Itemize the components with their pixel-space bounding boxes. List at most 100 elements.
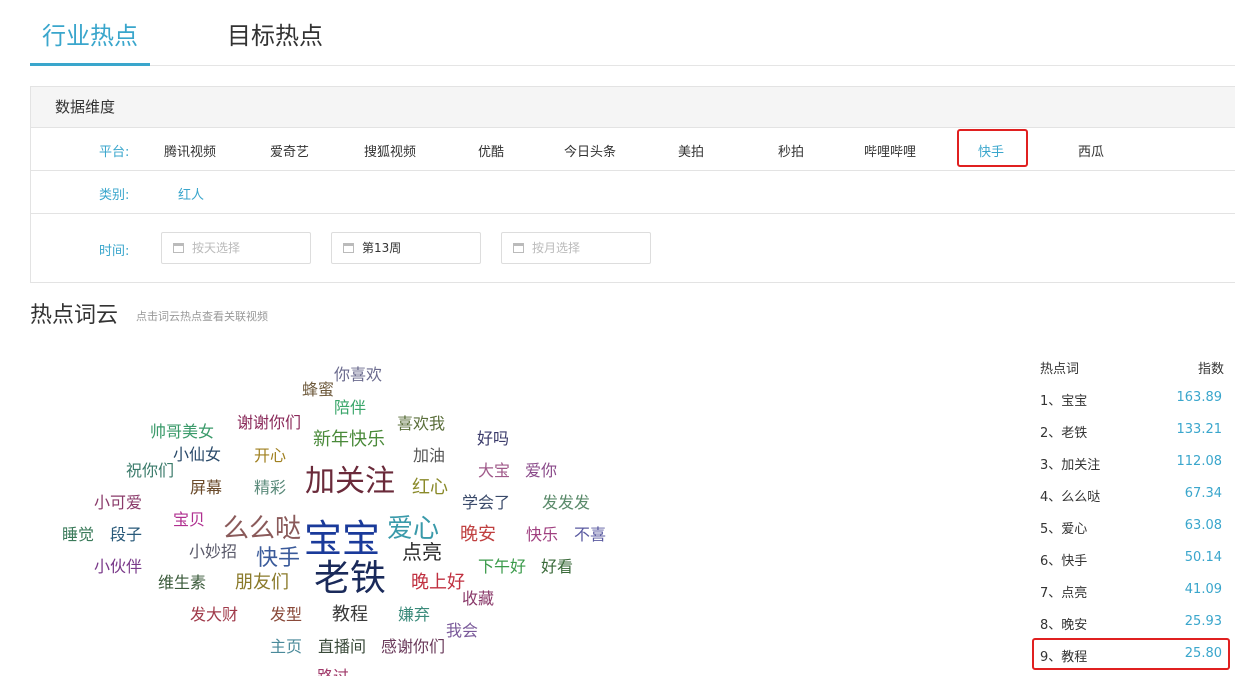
ranking-header-word: 热点词 [1040, 362, 1080, 377]
word-cloud-word[interactable]: 新年快乐 [313, 431, 385, 449]
word-cloud-subtitle: 点击词云热点查看关联视频 [136, 310, 268, 323]
data-dimension-title: 数据维度 [31, 87, 1235, 128]
ranking-row[interactable]: 1、宝宝 163.89 [1032, 382, 1230, 414]
word-cloud-word[interactable]: 发型 [270, 607, 302, 623]
word-cloud-word[interactable]: 陪伴 [334, 400, 366, 416]
platform-label: 平台: [99, 145, 130, 160]
word-cloud-word[interactable]: 小可爱 [94, 495, 142, 511]
word-cloud-word[interactable]: 屏幕 [190, 480, 222, 496]
word-cloud: 你喜欢 蜂蜜 陪伴 帅哥美女 谢谢你们 喜欢我 新年快乐 好吗 小仙女 开心 加油 祝你们 加关注 大宝爱… [0, 330, 660, 676]
word-cloud-word[interactable]: 好看 [541, 559, 573, 575]
word-cloud-word[interactable]: 快手 [256, 548, 300, 570]
word-cloud-word[interactable]: 直播间 [318, 639, 366, 655]
platform-option-sohu[interactable]: 搜狐视频 [364, 141, 416, 160]
category-row: 类别: 红人 [31, 171, 1235, 214]
word-cloud-word[interactable]: 睡觉 [62, 527, 94, 543]
word-cloud-word[interactable]: 维生素 [158, 575, 206, 591]
word-cloud-word[interactable]: 晚安 [460, 526, 496, 544]
ranking-word: 3、加关注 [1040, 458, 1101, 473]
platform-option-tencent[interactable]: 腾讯视频 [164, 141, 216, 160]
word-cloud-word[interactable]: 嫌弃 [398, 607, 430, 623]
word-cloud-word[interactable]: 开心 [254, 448, 286, 464]
platform-option-iqiyi[interactable]: 爱奇艺 [270, 141, 309, 160]
ranking-word: 4、么么哒 [1040, 490, 1101, 505]
platform-option-miaopai[interactable]: 秒拍 [778, 141, 804, 160]
ranking-row[interactable]: 8、晚安 25.93 [1032, 606, 1230, 638]
ranking-row[interactable]: 9、教程 25.80 [1032, 638, 1230, 670]
word-cloud-word[interactable]: 谢谢你们 [237, 415, 301, 431]
word-cloud-word[interactable]: 小仙女 [173, 447, 221, 463]
ranking-index-value: 41.09 [1184, 582, 1222, 597]
word-cloud-word[interactable]: 下午好 [478, 559, 526, 575]
word-cloud-word[interactable]: 朋友们 [235, 574, 289, 592]
word-cloud-word[interactable]: 路过 [317, 669, 349, 676]
category-label: 类别: [99, 188, 130, 203]
word-cloud-word[interactable]: 蜂蜜 [302, 382, 334, 398]
word-cloud-word[interactable]: 段子 [110, 527, 142, 543]
ranking-index-value: 63.08 [1184, 518, 1222, 533]
ranking-row[interactable]: 6、快手 50.14 [1032, 542, 1230, 574]
word-cloud-word[interactable]: 小伙伴 [94, 559, 142, 575]
platform-option-youku[interactable]: 优酷 [478, 141, 504, 160]
tab-industry-hotspot[interactable]: 行业热点 [42, 20, 138, 52]
calendar-icon [173, 243, 184, 253]
word-cloud-word[interactable]: 红心 [412, 479, 448, 497]
ranking-row[interactable]: 5、爱心 63.08 [1032, 510, 1230, 542]
platform-option-meipai[interactable]: 美拍 [678, 141, 704, 160]
word-cloud-word[interactable]: 么么哒 [223, 516, 301, 542]
word-cloud-word[interactable]: 感谢你们 [381, 639, 445, 655]
word-cloud-word[interactable]: 学会了 [462, 495, 510, 511]
ranking-index-value: 133.21 [1176, 422, 1223, 437]
hotspot-tabs: 行业热点 目标热点 [30, 0, 1235, 66]
word-cloud-word[interactable]: 大宝 [478, 463, 510, 479]
word-cloud-word[interactable]: 精彩 [254, 480, 286, 496]
word-cloud-word[interactable]: 宝宝 [304, 520, 380, 558]
active-tab-indicator [30, 63, 150, 66]
word-cloud-word[interactable]: 宝贝 [173, 512, 205, 528]
word-cloud-word[interactable]: 喜欢我 [397, 416, 445, 432]
calendar-icon [343, 243, 354, 253]
word-cloud-word[interactable]: 快乐 [526, 527, 558, 543]
word-cloud-word[interactable]: 收藏 [462, 591, 494, 607]
platform-option-bilibili[interactable]: 哔哩哔哩 [864, 141, 916, 160]
platform-option-xigua[interactable]: 西瓜 [1078, 141, 1104, 160]
word-cloud-word[interactable]: 你喜欢 [334, 367, 382, 383]
ranking-word: 8、晚安 [1040, 618, 1088, 633]
word-cloud-word[interactable]: 加关注 [305, 467, 395, 497]
word-cloud-word[interactable]: 爱你 [525, 463, 557, 479]
ranking-header-index: 指数 [1197, 362, 1224, 377]
month-picker-placeholder: 按月选择 [532, 241, 581, 255]
time-row: 时间: 按天选择 第13周 按月选择 [31, 214, 1235, 283]
word-cloud-word[interactable]: 不喜 [574, 527, 606, 543]
platform-option-kuaishou[interactable]: 快手 [978, 141, 1004, 160]
platform-option-toutiao[interactable]: 今日头条 [564, 141, 616, 160]
word-cloud-word[interactable]: 爱心 [387, 516, 439, 542]
ranking-row[interactable]: 7、点亮 41.09 [1032, 574, 1230, 606]
word-cloud-word[interactable]: 老铁 [314, 561, 386, 597]
word-cloud-word[interactable]: 教程 [332, 606, 368, 624]
word-cloud-word[interactable]: 发发发 [542, 495, 590, 511]
word-cloud-word[interactable]: 好吗 [477, 431, 509, 447]
ranking-row[interactable]: 3、加关注 112.08 [1032, 446, 1230, 478]
word-cloud-word[interactable]: 帅哥美女 [150, 424, 214, 440]
ranking-header: 热点词 指数 [1032, 350, 1230, 382]
ranking-index-value: 112.08 [1176, 454, 1223, 469]
week-picker-input[interactable]: 第13周 [331, 232, 481, 264]
ranking-index-value: 67.34 [1184, 486, 1222, 501]
ranking-row[interactable]: 4、么么哒 67.34 [1032, 478, 1230, 510]
month-picker-input[interactable]: 按月选择 [501, 232, 651, 264]
word-cloud-word[interactable]: 主页 [270, 639, 302, 655]
time-label: 时间: [99, 244, 130, 259]
day-picker-input[interactable]: 按天选择 [161, 232, 311, 264]
word-cloud-word[interactable]: 加油 [413, 448, 445, 464]
word-cloud-word[interactable]: 祝你们 [126, 463, 174, 479]
ranking-index-value: 25.80 [1184, 646, 1222, 661]
category-option-influencer[interactable]: 红人 [178, 184, 204, 203]
word-cloud-word[interactable]: 发大财 [190, 607, 238, 623]
ranking-row[interactable]: 2、老铁 133.21 [1032, 414, 1230, 446]
word-cloud-word[interactable]: 小妙招 [189, 544, 237, 560]
word-cloud-word[interactable]: 我会 [446, 623, 478, 639]
word-cloud-word[interactable]: 点亮 [402, 542, 442, 562]
tab-target-hotspot[interactable]: 目标热点 [227, 20, 323, 52]
word-cloud-word[interactable]: 晚上好 [411, 574, 465, 592]
